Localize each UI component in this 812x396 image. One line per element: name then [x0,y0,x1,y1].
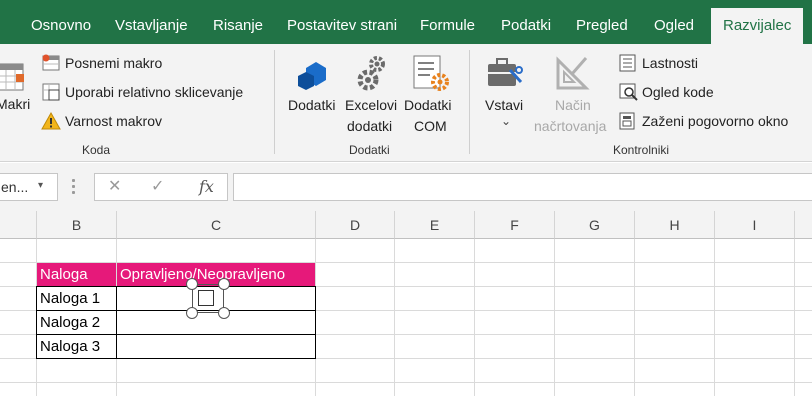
group-label-kontrolniki: Kontrolniki [613,143,670,157]
table-border [36,358,316,359]
view-code-icon[interactable] [619,83,639,101]
macros-button[interactable]: Makri [0,96,30,112]
table-header-cell[interactable]: Naloga [37,263,116,287]
formula-bar-resize-handle[interactable] [72,179,78,195]
tab-risanje[interactable]: Risanje [213,0,263,44]
table-cell[interactable] [117,311,315,335]
column-header-e[interactable]: E [395,211,475,239]
insert-function-icon[interactable]: fx [199,174,214,200]
macro-security-button[interactable]: Varnost makrov [65,113,162,129]
tab-formule[interactable]: Formule [420,0,475,44]
formula-bar-area: en... ▾ ✕ ✓ fx [0,163,812,211]
column-header-i[interactable]: I [715,211,795,239]
design-mode-icon[interactable] [554,54,590,92]
relative-reference-icon[interactable] [41,82,61,102]
insert-controls-icon[interactable] [486,56,524,90]
table-border [36,286,316,287]
excel-addins-button-line2[interactable]: dodatki [347,118,392,134]
tab-pregled[interactable]: Pregled [576,0,628,44]
tab-vstavljanje[interactable]: Vstavljanje [115,0,188,44]
excel-addins-icon[interactable] [355,54,389,94]
name-box[interactable]: en... [0,173,58,201]
column-header-d[interactable]: D [316,211,395,239]
column-header-c[interactable]: C [117,211,316,239]
properties-button[interactable]: Lastnosti [642,55,698,71]
table-cell[interactable]: Naloga 2 [37,311,116,335]
table-border [36,334,316,335]
resize-handle[interactable] [186,307,198,319]
column-header-a[interactable]: A [0,211,37,239]
insert-controls-button[interactable]: Vstavi [485,97,523,113]
tab-postavitev-strani[interactable]: Postavitev strani [287,0,397,44]
record-macro-icon[interactable] [41,53,61,73]
checkbox-control[interactable] [198,290,214,306]
excel-addins-button-line1[interactable]: Excelovi [345,97,397,113]
view-code-button[interactable]: Ogled kode [642,84,714,100]
formula-buttons: ✕ ✓ fx [94,173,228,201]
table-cell[interactable] [117,335,315,359]
ribbon-tab-bar: Osnovno Vstavljanje Risanje Postavitev s… [0,0,812,44]
warning-icon[interactable] [41,111,61,130]
insert-dropdown-chevron-icon[interactable]: ⌄ [501,114,511,128]
group-label-koda: Koda [82,143,111,157]
run-dialog-button[interactable]: Zaženi pogovorno okno [642,113,788,129]
design-mode-button-line2[interactable]: načrtovanja [534,118,606,134]
table-border [36,310,316,311]
com-addins-button-line1[interactable]: Dodatki [404,97,451,113]
resize-handle[interactable] [218,307,230,319]
table-border [36,286,37,359]
table-border [116,286,117,359]
ribbon: Makri Posnemi makro Uporabi relativno sk… [0,44,812,162]
formula-input[interactable] [233,173,812,201]
resize-handle[interactable] [218,278,230,290]
run-dialog-icon[interactable] [619,112,637,130]
design-mode-button-line1[interactable]: Način [555,97,591,113]
table-border [315,286,316,359]
tab-osnovno[interactable]: Osnovno [31,0,91,44]
column-header-g[interactable]: G [555,211,635,239]
column-header-f[interactable]: F [475,211,555,239]
com-addins-button-line2[interactable]: COM [414,118,447,134]
macros-icon[interactable] [0,60,26,94]
addins-icon[interactable] [296,56,330,92]
com-addins-icon[interactable] [412,54,452,94]
column-header-h[interactable]: H [635,211,715,239]
tab-razvijalec[interactable]: Razvijalec [711,8,804,44]
group-separator [469,50,470,154]
column-header-j[interactable] [795,211,812,239]
cancel-icon[interactable]: ✕ [108,174,121,200]
tab-podatki[interactable]: Podatki [501,0,551,44]
group-label-dodatki: Dodatki [349,143,390,157]
table-cell[interactable]: Naloga 1 [37,287,116,311]
table-cell[interactable]: Naloga 3 [37,335,116,359]
relative-reference-button[interactable]: Uporabi relativno sklicevanje [65,84,243,100]
properties-icon[interactable] [619,54,637,72]
worksheet-grid[interactable]: A B C D E F G H I Naloga Opravljeno/Neop… [0,211,812,396]
resize-handle[interactable] [186,278,198,290]
name-box-dropdown-icon[interactable]: ▾ [38,173,43,199]
record-macro-button[interactable]: Posnemi makro [65,55,162,71]
column-header-b[interactable]: B [37,211,117,239]
group-separator [274,50,275,154]
gridline [0,382,812,383]
enter-icon[interactable]: ✓ [151,174,164,200]
addins-button[interactable]: Dodatki [288,97,335,113]
tab-ogled[interactable]: Ogled [654,0,694,44]
